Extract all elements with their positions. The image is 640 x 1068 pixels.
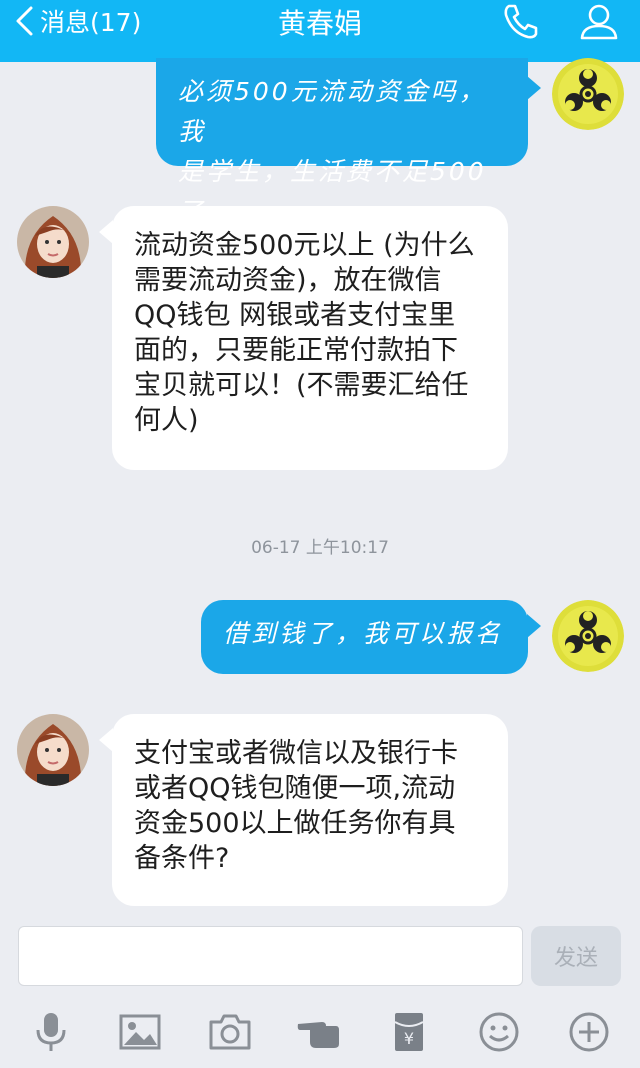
svg-text:¥: ¥ xyxy=(404,1029,414,1048)
bubble-tail xyxy=(99,220,113,244)
self-avatar[interactable] xyxy=(552,600,624,672)
message-text: 借到钱了，我可以报名 xyxy=(223,619,504,648)
biohazard-icon xyxy=(552,600,624,672)
send-button[interactable]: 发送 xyxy=(531,926,621,986)
self-avatar[interactable] xyxy=(552,58,624,130)
poke-hand-icon[interactable] xyxy=(296,1010,340,1054)
phone-icon[interactable] xyxy=(500,2,542,40)
chat-bubble-other[interactable]: 支付宝或者微信以及银行卡 或者QQ钱包随便一项,流动 资金500以上做任务你有具… xyxy=(99,714,508,906)
message-text: 支付宝或者微信以及银行卡 或者QQ钱包随便一项,流动 资金500以上做任务你有具… xyxy=(134,738,458,874)
message-timestamp: 06-17 上午10:17 xyxy=(251,538,389,558)
plus-icon[interactable] xyxy=(567,1010,611,1054)
profile-icon[interactable] xyxy=(578,2,620,40)
camera-icon[interactable] xyxy=(208,1010,252,1054)
biohazard-icon xyxy=(552,58,624,130)
chat-bubble-self[interactable]: 必须500元流动资金吗，我 是学生，生活费不足500了 xyxy=(156,58,541,226)
message-input[interactable] xyxy=(18,926,523,986)
image-icon[interactable] xyxy=(118,1010,162,1054)
emoji-icon[interactable] xyxy=(477,1010,521,1054)
microphone-icon[interactable] xyxy=(29,1010,73,1054)
contact-name: 黄春娟 xyxy=(277,7,362,40)
chat-bubble-other[interactable]: 流动资金500元以上 (为什么 需要流动资金)，放在微信 QQ钱包 网银或者支付… xyxy=(99,206,508,470)
contact-avatar[interactable] xyxy=(17,714,89,786)
bubble-tail xyxy=(527,614,541,638)
message-text: 流动资金500元以上 (为什么 需要流动资金)，放在微信 QQ钱包 网银或者支付… xyxy=(134,230,475,436)
contact-avatar[interactable] xyxy=(17,206,89,278)
red-packet-icon[interactable]: ¥ xyxy=(387,1010,431,1054)
chat-bubble-self[interactable]: 借到钱了，我可以报名 xyxy=(201,600,541,674)
bubble-tail xyxy=(99,728,113,752)
bubble-tail xyxy=(527,76,541,100)
top-bar: 消息(17) 黄春娟 xyxy=(0,0,640,62)
